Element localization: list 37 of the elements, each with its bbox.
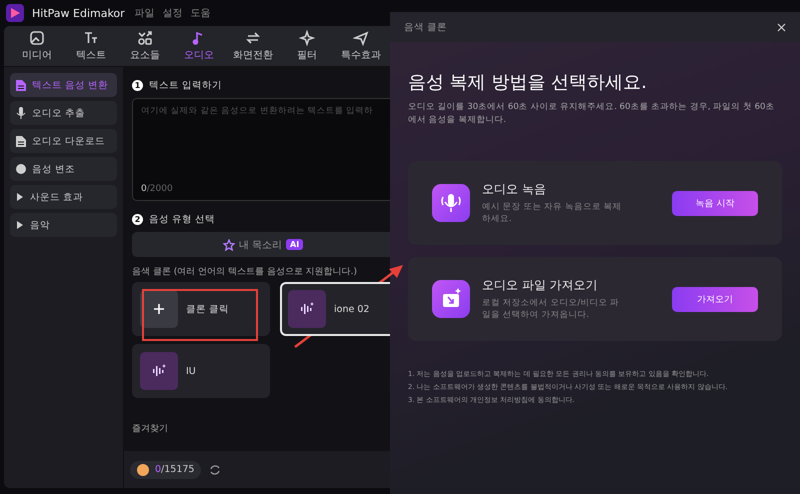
option-description: 예시 문장 또는 자유 녹음으로 복제하세요. xyxy=(482,200,622,226)
sidebar-item[interactable]: 텍스트 음성 변환 xyxy=(10,73,117,97)
toolbar-tab[interactable]: 텍스트 xyxy=(64,26,118,66)
menu-item[interactable]: 파일 xyxy=(134,6,155,20)
clone-card[interactable]: 클론 클릭 xyxy=(132,282,270,336)
section-title: 음성 유형 선택 xyxy=(149,213,216,226)
sidebar-item[interactable]: 음성 변조 xyxy=(10,157,117,181)
sidebar-item[interactable]: 사운드 효과 xyxy=(10,185,117,209)
toolbar-tab[interactable]: 화면전환 xyxy=(226,26,280,66)
voice-card[interactable]: IU xyxy=(132,344,270,398)
dialog-title: 음색 클론 xyxy=(404,20,448,34)
menu-item[interactable]: 도움 xyxy=(190,6,211,20)
toolbar-tab[interactable]: 오디오 xyxy=(172,26,226,66)
dialog-description: 오디오 길이를 30초에서 60초 사이로 유지해주세요. 60초를 초과하는 경우, 파일의 첫 60초에서 음성을 복제합니다. xyxy=(408,101,776,128)
credits-counter: 0/15175 xyxy=(130,460,202,479)
toolbar-tab[interactable]: 특수효과 xyxy=(334,26,388,66)
start-recording-button[interactable]: 녹음 시작 xyxy=(672,190,758,216)
step-number: 1 xyxy=(132,80,143,91)
toolbar-tab[interactable]: 필터 xyxy=(280,26,334,66)
step-number: 2 xyxy=(132,214,143,225)
option-description: 로컬 저장소에서 오디오/비디오 파일을 선택하여 가져옵니다. xyxy=(482,296,620,322)
section-title: 텍스트 입력하기 xyxy=(149,79,222,92)
import-button[interactable]: 가져오기 xyxy=(672,286,758,312)
favorites-label: 즐겨찾기 xyxy=(132,423,169,436)
toolbar-tab[interactable]: 미디어 xyxy=(10,26,64,66)
sidebar-item[interactable]: 오디오 다운로드 xyxy=(10,129,117,153)
clone-caption: 음색 클론 (여러 언어의 텍스트를 음성으로 지원합니다.) xyxy=(132,266,358,278)
app-title: HitPaw Edimakor xyxy=(32,6,125,20)
ai-badge: AI xyxy=(286,239,304,250)
sidebar-item[interactable]: 오디오 추출 xyxy=(10,101,117,125)
dialog-heading: 음성 복제 방법을 선택하세요. xyxy=(408,71,648,94)
menu-item[interactable]: 설정 xyxy=(162,6,183,20)
toolbar-tab[interactable]: 요소들 xyxy=(118,26,172,66)
voice-card[interactable]: ione 02 xyxy=(280,282,390,336)
option-title: 오디오 파일 가져오기 xyxy=(482,276,599,294)
option-title: 오디오 녹음 xyxy=(482,180,547,198)
sidebar-item[interactable]: 음악 xyxy=(10,213,117,237)
